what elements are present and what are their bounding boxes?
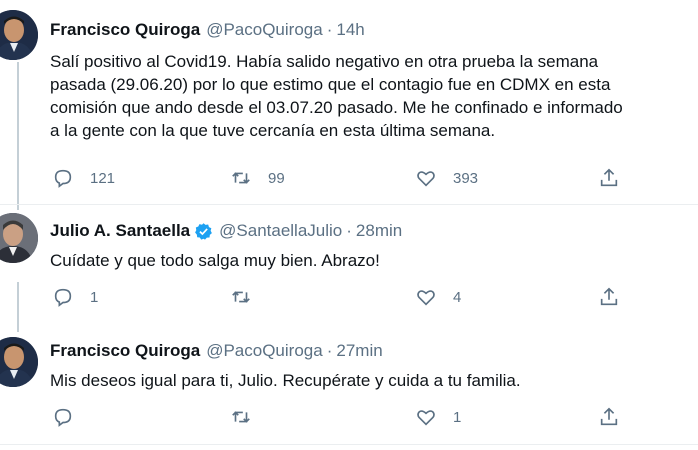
reply-icon	[54, 169, 72, 188]
tweet-text-line: pasada (29.06.20) por lo que estimo que …	[50, 75, 611, 94]
timestamp[interactable]: 28min	[356, 221, 402, 241]
like-icon	[417, 290, 435, 306]
share-icon	[600, 168, 618, 187]
tweet-text-line: Cuídate y que todo salga muy bien. Abraz…	[50, 251, 380, 270]
like-button[interactable]: 393	[415, 167, 478, 189]
separator-dot: ·	[346, 221, 352, 240]
like-button[interactable]: 4	[415, 286, 461, 308]
retweet-button[interactable]	[230, 286, 268, 308]
reply-count: 121	[90, 169, 116, 187]
share-icon	[600, 407, 618, 426]
avatar[interactable]	[0, 10, 38, 60]
like-icon	[417, 410, 435, 426]
reply-count: 1	[90, 288, 99, 306]
like-button[interactable]: 1	[415, 406, 461, 428]
share-button[interactable]	[598, 286, 620, 308]
like-icon	[417, 171, 435, 187]
tweet-text: Mis deseos igual para ti, Julio. Recupér…	[50, 369, 698, 392]
retweet-icon	[232, 172, 250, 184]
tweet-text: Cuídate y que todo salga muy bien. Abraz…	[50, 249, 698, 272]
separator-dot: ·	[326, 20, 333, 39]
separator-dot: ·	[326, 341, 333, 360]
like-count: 393	[453, 169, 479, 187]
tweet[interactable]: Francisco Quiroga @PacoQuiroga · 27min M…	[0, 325, 698, 445]
author-handle[interactable]: @PacoQuiroga	[206, 20, 323, 40]
reply-button[interactable]: 1	[52, 286, 98, 308]
tweet-actions: 1	[50, 406, 698, 430]
like-count: 1	[453, 408, 462, 426]
like-count: 4	[453, 288, 462, 306]
reply-icon	[54, 288, 72, 307]
timestamp[interactable]: 14h	[336, 20, 364, 40]
author-name[interactable]: Francisco Quiroga	[50, 20, 200, 40]
author-handle[interactable]: @PacoQuiroga	[206, 341, 323, 361]
reply-icon	[54, 408, 72, 427]
tweet-actions: 1 4	[50, 286, 698, 310]
retweet-icon	[232, 411, 250, 423]
tweet-header: Francisco Quiroga @PacoQuiroga · 14h	[50, 20, 365, 40]
avatar[interactable]	[0, 213, 38, 263]
reply-button[interactable]	[52, 406, 90, 428]
share-icon	[600, 287, 618, 306]
share-button[interactable]	[598, 167, 620, 189]
tweet[interactable]: Julio A. Santaella @SantaellaJulio · 28m…	[0, 205, 698, 315]
retweet-button[interactable]	[230, 406, 268, 428]
retweet-button[interactable]: 99	[230, 167, 285, 189]
author-name[interactable]: Francisco Quiroga	[50, 341, 200, 361]
timestamp[interactable]: 27min	[336, 341, 382, 361]
retweet-count: 99	[268, 169, 285, 187]
share-button[interactable]	[598, 406, 620, 428]
tweet-text-line: comisión que ando desde el 03.07.20 pasa…	[50, 98, 623, 117]
tweet[interactable]: Francisco Quiroga @PacoQuiroga · 14h Sal…	[0, 0, 698, 200]
tweet-text-line: a la gente con la que tuve cercanía en e…	[50, 121, 496, 140]
tweet-text-line: Salí positivo al Covid19. Había salido n…	[50, 52, 599, 71]
reply-button[interactable]: 121	[52, 167, 115, 189]
divider	[0, 444, 698, 445]
tweet-header: Julio A. Santaella @SantaellaJulio · 28m…	[50, 221, 402, 241]
retweet-icon	[232, 291, 250, 303]
author-handle[interactable]: @SantaellaJulio	[219, 221, 342, 241]
author-name[interactable]: Julio A. Santaella	[50, 221, 190, 241]
avatar[interactable]	[0, 337, 38, 387]
tweet-actions: 121 99 393	[50, 167, 698, 191]
tweet-text-line: Mis deseos igual para ti, Julio. Recupér…	[50, 371, 521, 390]
verified-badge-icon	[195, 222, 213, 240]
tweet-text: Salí positivo al Covid19. Había salido n…	[50, 50, 698, 142]
tweet-header: Francisco Quiroga @PacoQuiroga · 27min	[50, 341, 383, 361]
